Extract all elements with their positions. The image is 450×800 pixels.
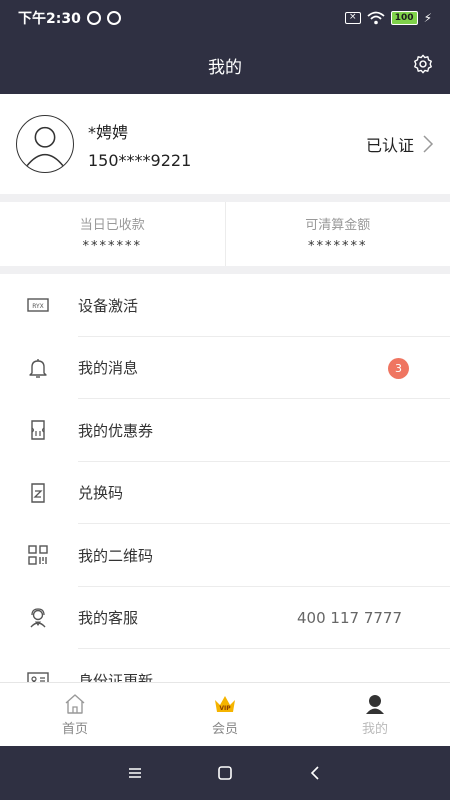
profile-phone: 150****9221 <box>88 150 192 170</box>
customer-service-icon <box>27 607 49 629</box>
bell-icon <box>27 357 49 379</box>
status-notification-icon <box>86 11 101 25</box>
bottom-tab-bar: 首页 VIP 会员 我的 <box>0 682 450 746</box>
tab-label: 会员 <box>211 722 238 737</box>
tab-profile[interactable]: 我的 <box>300 683 450 746</box>
verification-status[interactable]: 已认证 <box>366 132 434 156</box>
stat-value: ******* <box>82 239 142 254</box>
verified-label: 已认证 <box>365 136 414 155</box>
qr-code-icon <box>27 544 49 566</box>
profile-card[interactable]: *娉娉 150****9221 已认证 <box>0 94 450 194</box>
menu-item-messages[interactable]: 我的消息 3 <box>0 337 450 399</box>
menu-item-label: 兑换码 <box>78 484 124 503</box>
home-icon <box>65 694 85 714</box>
profile-info: *娉娉 150****9221 <box>88 119 191 170</box>
stat-value: ******* <box>308 239 368 254</box>
system-navigation-bar <box>0 746 450 800</box>
status-time: 下午2:30 <box>18 11 81 27</box>
profile-icon <box>366 695 384 714</box>
stat-label: 可清算金额 <box>305 218 371 233</box>
no-sim-icon: × <box>344 12 361 24</box>
coupon-icon <box>27 419 49 441</box>
menu-item-id-update[interactable]: 身份证更新 <box>0 649 450 682</box>
back-button[interactable] <box>305 763 325 783</box>
charging-icon: ⚡ <box>423 11 432 25</box>
stat-settleable-amount: 可清算金额 ******* <box>224 202 450 266</box>
menu-item-label: 我的客服 <box>78 609 139 628</box>
tab-label: 我的 <box>361 722 388 737</box>
status-bar: 下午2:30 × 100 ⚡ <box>0 0 450 36</box>
unread-count-badge: 3 <box>388 357 409 379</box>
menu-item-device-activation[interactable]: RYX 设备激活 <box>0 274 450 337</box>
menu-item-label: 我的消息 <box>78 359 139 378</box>
recent-apps-button[interactable] <box>125 763 145 783</box>
settings-gear-icon[interactable] <box>412 53 434 75</box>
income-stats: 当日已收款 ******* 可清算金额 ******* <box>0 202 450 266</box>
square-icon <box>218 766 232 780</box>
stat-label: 当日已收款 <box>79 218 145 233</box>
back-arrow-icon <box>310 766 319 780</box>
device-activation-icon: RYX <box>27 294 49 316</box>
menu-item-customer-service[interactable]: 我的客服 400 117 7777 <box>0 587 450 649</box>
avatar[interactable] <box>16 115 74 173</box>
tab-vip[interactable]: VIP 会员 <box>150 683 300 746</box>
menu-item-label: 设备激活 <box>78 296 139 315</box>
tab-home[interactable]: 首页 <box>0 683 150 746</box>
menu-lines-icon <box>129 768 141 778</box>
status-notification-icon <box>106 11 121 25</box>
redeem-code-icon <box>27 482 49 504</box>
profile-name: *娉娉 <box>88 122 129 142</box>
tab-label: 首页 <box>61 722 88 737</box>
service-phone-number[interactable]: 400 117 7777 <box>297 609 402 627</box>
chevron-right-icon <box>423 135 434 153</box>
menu-list: RYX 设备激活 我的消息 3 我的优惠券 兑换码 我的二维码 我的客服 400… <box>0 274 450 682</box>
menu-item-qr-code[interactable]: 我的二维码 <box>0 524 450 587</box>
menu-item-coupons[interactable]: 我的优惠券 <box>0 399 450 462</box>
default-avatar-icon <box>26 126 64 167</box>
page-title: 我的 <box>208 57 242 78</box>
menu-item-redeem-code[interactable]: 兑换码 <box>0 462 450 524</box>
top-nav-bar: 我的 <box>0 36 450 94</box>
menu-item-label: 我的优惠券 <box>78 421 154 440</box>
menu-item-label: 我的二维码 <box>78 546 154 565</box>
vip-crown-icon: VIP <box>215 696 235 712</box>
status-right: × 100 ⚡ <box>344 11 432 25</box>
svg-text:VIP: VIP <box>219 705 231 712</box>
svg-text:RYX: RYX <box>32 303 44 310</box>
home-button[interactable] <box>215 763 235 783</box>
wifi-icon <box>367 11 385 25</box>
menu-item-label: 身份证更新 <box>78 671 154 682</box>
stat-today-received: 当日已收款 ******* <box>0 202 225 266</box>
id-card-icon <box>27 669 49 682</box>
battery-icon: 100 <box>390 11 418 25</box>
